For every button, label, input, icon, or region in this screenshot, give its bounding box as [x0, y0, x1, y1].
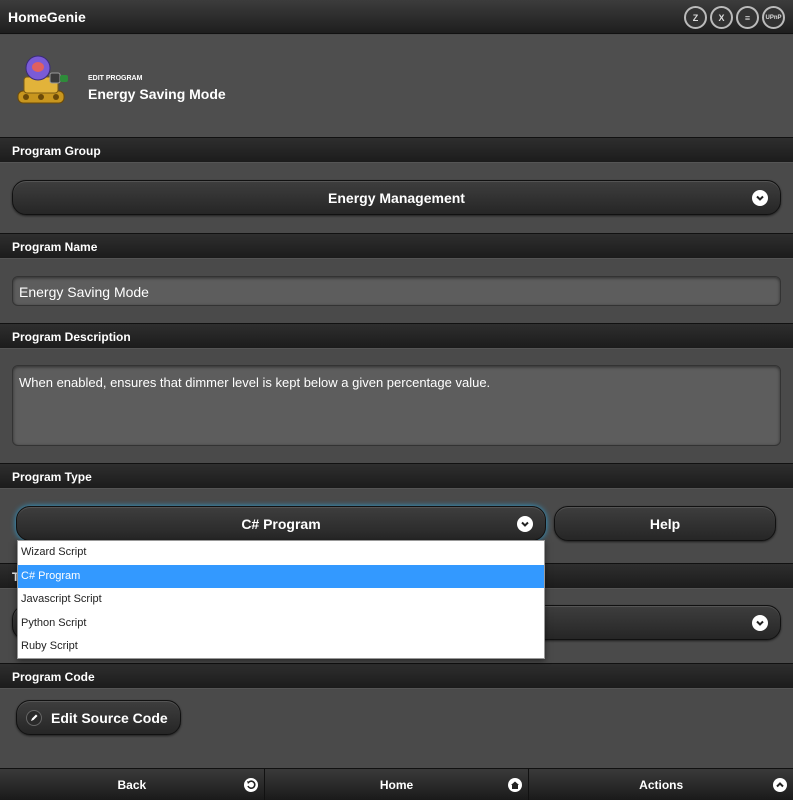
program-type-value: C# Program	[241, 515, 321, 532]
section-program-code: Program Code	[0, 663, 793, 689]
top-bar: HomeGenie Z X ≡ UPnP	[0, 0, 793, 34]
x10-icon[interactable]: X	[710, 6, 733, 29]
dropdown-option-selected[interactable]: C# Program	[18, 564, 544, 588]
dropdown-option[interactable]: Javascript Script	[18, 588, 544, 612]
chevron-up-icon	[773, 778, 788, 792]
zwave-icon[interactable]: Z	[684, 6, 707, 29]
program-type-dropdown: Wizard Script C# Program Javascript Scri…	[17, 540, 545, 659]
section-label: Program Code	[12, 670, 95, 684]
home-icon	[508, 778, 523, 792]
edit-source-code-button[interactable]: Edit Source Code	[16, 700, 181, 735]
section-label: Program Name	[12, 240, 98, 254]
section-program-group: Program Group	[0, 137, 793, 163]
home-label: Home	[379, 777, 414, 792]
section-label: Program Type	[12, 470, 92, 484]
insteon-icon[interactable]: ≡	[736, 6, 759, 29]
section-label: Program Group	[12, 144, 101, 158]
undo-icon	[243, 778, 258, 792]
program-name-input[interactable]: Energy Saving Mode	[12, 276, 781, 306]
protocol-icons: Z X ≡ UPnP	[684, 6, 785, 29]
dropdown-option[interactable]: Wizard Script	[18, 541, 544, 565]
help-button[interactable]: Help	[554, 506, 776, 541]
chevron-down-icon	[517, 516, 533, 532]
program-group-select[interactable]: Energy Management	[12, 180, 781, 215]
edit-source-code-label: Edit Source Code	[51, 710, 168, 726]
app-title: HomeGenie	[8, 9, 86, 25]
section-program-description: Program Description	[0, 323, 793, 349]
pencil-icon	[26, 710, 42, 726]
back-label: Back	[117, 777, 147, 792]
program-robot-icon	[17, 55, 68, 104]
section-program-name: Program Name	[0, 233, 793, 259]
section-program-type: Program Type	[0, 463, 793, 489]
back-button[interactable]: Back	[0, 769, 265, 800]
dropdown-option[interactable]: Python Script	[18, 612, 544, 636]
actions-label: Actions	[639, 777, 684, 792]
chevron-down-icon	[752, 615, 768, 631]
program-group-value: Energy Management	[328, 189, 465, 206]
page-header: EDIT PROGRAM Energy Saving Mode	[0, 35, 793, 137]
chevron-down-icon	[752, 190, 768, 206]
program-description-textarea[interactable]: When enabled, ensures that dimmer level …	[12, 365, 781, 446]
upnp-icon[interactable]: UPnP	[762, 6, 785, 29]
dropdown-option[interactable]: Ruby Script	[18, 635, 544, 659]
home-button[interactable]: Home	[265, 769, 530, 800]
actions-button[interactable]: Actions	[529, 769, 793, 800]
page-title: Energy Saving Mode	[88, 86, 226, 102]
help-button-label: Help	[649, 515, 681, 532]
section-label: Program Description	[12, 330, 131, 344]
program-type-select[interactable]: C# Program	[16, 506, 546, 541]
edit-program-caption: EDIT PROGRAM	[88, 75, 143, 82]
footer-bar: Back Home Actions	[0, 768, 793, 800]
